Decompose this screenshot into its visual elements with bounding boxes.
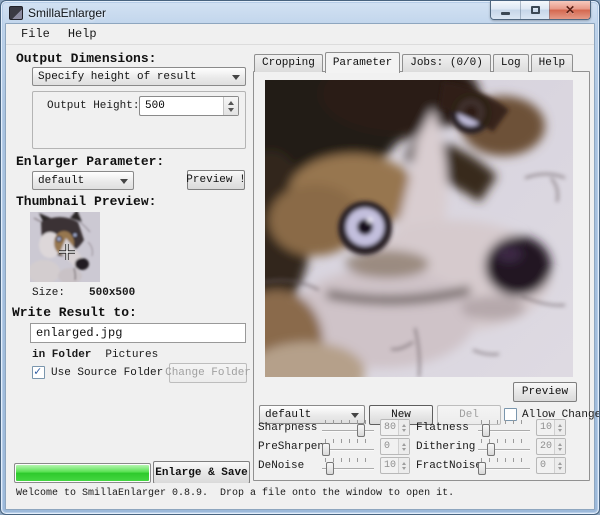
menu-file[interactable]: File (12, 25, 59, 43)
slider-ticks (481, 439, 527, 443)
use-source-folder-label[interactable]: Use Source Folder (51, 367, 163, 379)
window-title: SmillaEnlarger (28, 6, 106, 20)
fractnoise-slider[interactable] (478, 457, 530, 475)
spinner-arrows-icon[interactable] (554, 458, 565, 473)
preset-select[interactable]: default (32, 171, 134, 190)
in-folder-label: in Folder (32, 349, 91, 361)
enlarger-parameter-heading: Enlarger Parameter: (16, 154, 164, 169)
slider-thumb[interactable] (482, 424, 490, 437)
denoise-value-spinbox[interactable]: 10 (380, 457, 410, 474)
write-result-heading: Write Result to: (12, 305, 137, 320)
thumbnail-image[interactable] (30, 212, 100, 282)
preset-selected-value: default (38, 175, 84, 187)
dithering-slider[interactable] (478, 438, 530, 456)
slider-thumb[interactable] (357, 424, 365, 437)
output-height-spinbox[interactable]: 500 (139, 96, 239, 116)
spin-value: 20 (537, 441, 554, 452)
client-area: FileHelp Output Dimensions: Specify heig… (5, 23, 595, 510)
preview-image[interactable] (265, 80, 573, 377)
tab-help[interactable]: Help (531, 54, 573, 72)
status-bar: Welcome to SmillaEnlarger 0.8.9. Drop a … (6, 483, 594, 509)
output-mode-selected-value: Specify height of result (38, 71, 196, 83)
spin-value: 10 (381, 460, 398, 471)
spinner-arrows-icon[interactable] (554, 439, 565, 454)
app-icon (9, 6, 23, 20)
spin-value: 80 (381, 422, 398, 433)
output-height-group: Output Height: 500 (32, 91, 246, 149)
chevron-down-icon (232, 75, 240, 80)
preview-now-button[interactable]: Preview ! (187, 170, 245, 190)
change-folder-button[interactable]: Change Folder (169, 363, 247, 383)
close-icon: ✕ (565, 3, 575, 17)
status-message: Welcome to SmillaEnlarger 0.8.9. Drop a … (16, 488, 454, 499)
output-dimensions-heading: Output Dimensions: (16, 51, 156, 66)
sharpness-value-spinbox[interactable]: 80 (380, 419, 410, 436)
thumbnail-preview-heading: Thumbnail Preview: (16, 194, 156, 209)
slider-ticks (325, 420, 371, 424)
spin-value: 10 (537, 422, 554, 433)
slider-thumb[interactable] (326, 462, 334, 475)
spinner-arrows-icon[interactable] (398, 458, 409, 473)
folder-name: Pictures (105, 349, 158, 361)
dithering-value-spinbox[interactable]: 20 (536, 438, 566, 455)
application-window: SmillaEnlarger ✕ FileHelp Output Dimensi… (0, 0, 600, 515)
tab-cropping[interactable]: Cropping (254, 54, 323, 72)
fractnoise-value-spinbox[interactable]: 0 (536, 457, 566, 474)
slider-ticks (325, 439, 371, 443)
flatness-slider[interactable] (478, 419, 530, 437)
use-source-folder-checkbox[interactable] (32, 366, 45, 379)
filename-input[interactable] (30, 323, 246, 343)
tab-jobs-0-0[interactable]: Jobs: (0/0) (402, 54, 491, 72)
slider-thumb[interactable] (487, 443, 495, 456)
menu-help[interactable]: Help (59, 25, 106, 43)
denoise-slider[interactable] (322, 457, 374, 475)
menu-bar: FileHelp (6, 24, 594, 45)
slider-label-presharpen: PreSharpen (258, 441, 322, 453)
spinner-arrows-icon[interactable] (398, 420, 409, 435)
slider-label-fractnoise: FractNoise (416, 460, 478, 472)
progress-fill (16, 465, 149, 481)
tab-panel: Preview default New Del Allow Changes Sh… (253, 71, 590, 481)
flatness-value-spinbox[interactable]: 10 (536, 419, 566, 436)
spinner-arrows-icon[interactable] (398, 439, 409, 454)
sharpness-slider[interactable] (322, 419, 374, 437)
minimize-button[interactable] (491, 1, 520, 19)
tab-log[interactable]: Log (493, 54, 529, 72)
output-height-value: 500 (140, 100, 223, 112)
window-controls: ✕ (490, 1, 591, 20)
tab-parameter[interactable]: Parameter (325, 52, 400, 73)
spinner-arrows-icon[interactable] (554, 420, 565, 435)
maximize-icon (531, 6, 540, 14)
output-height-label: Output Height: (47, 100, 139, 112)
presharpen-slider[interactable] (322, 438, 374, 456)
presharpen-value-spinbox[interactable]: 0 (380, 438, 410, 455)
progress-bar (14, 463, 151, 483)
maximize-button[interactable] (520, 1, 549, 19)
spin-value: 0 (537, 460, 554, 471)
enlarge-save-button[interactable]: Enlarge & Save (153, 461, 250, 484)
minimize-icon (501, 12, 510, 15)
slider-thumb[interactable] (478, 462, 486, 475)
slider-label-dithering: Dithering (416, 441, 478, 453)
chevron-down-icon (120, 179, 128, 184)
slider-label-denoise: DeNoise (258, 460, 322, 472)
slider-label-flatness: Flatness (416, 422, 478, 434)
slider-ticks (481, 420, 527, 424)
slider-label-sharpness: Sharpness (258, 422, 322, 434)
tab-bar: CroppingParameterJobs: (0/0)LogHelp (254, 51, 575, 72)
spinner-arrows-icon[interactable] (223, 97, 238, 115)
preview-button[interactable]: Preview (513, 382, 577, 402)
spin-value: 0 (381, 441, 398, 452)
size-value: 500x500 (89, 287, 135, 299)
slider-grid: Sharpness 80 Flatness 10 PreSharpen 0 Ditherin… (258, 418, 568, 475)
slider-track[interactable] (322, 430, 374, 432)
slider-track[interactable] (478, 449, 530, 451)
slider-thumb[interactable] (322, 443, 330, 456)
use-source-folder-row: Use Source Folder (32, 366, 163, 379)
output-mode-select[interactable]: Specify height of result (32, 67, 246, 86)
size-label: Size: (32, 287, 65, 299)
close-button[interactable]: ✕ (549, 1, 590, 19)
slider-ticks (325, 458, 371, 462)
slider-ticks (481, 458, 527, 462)
